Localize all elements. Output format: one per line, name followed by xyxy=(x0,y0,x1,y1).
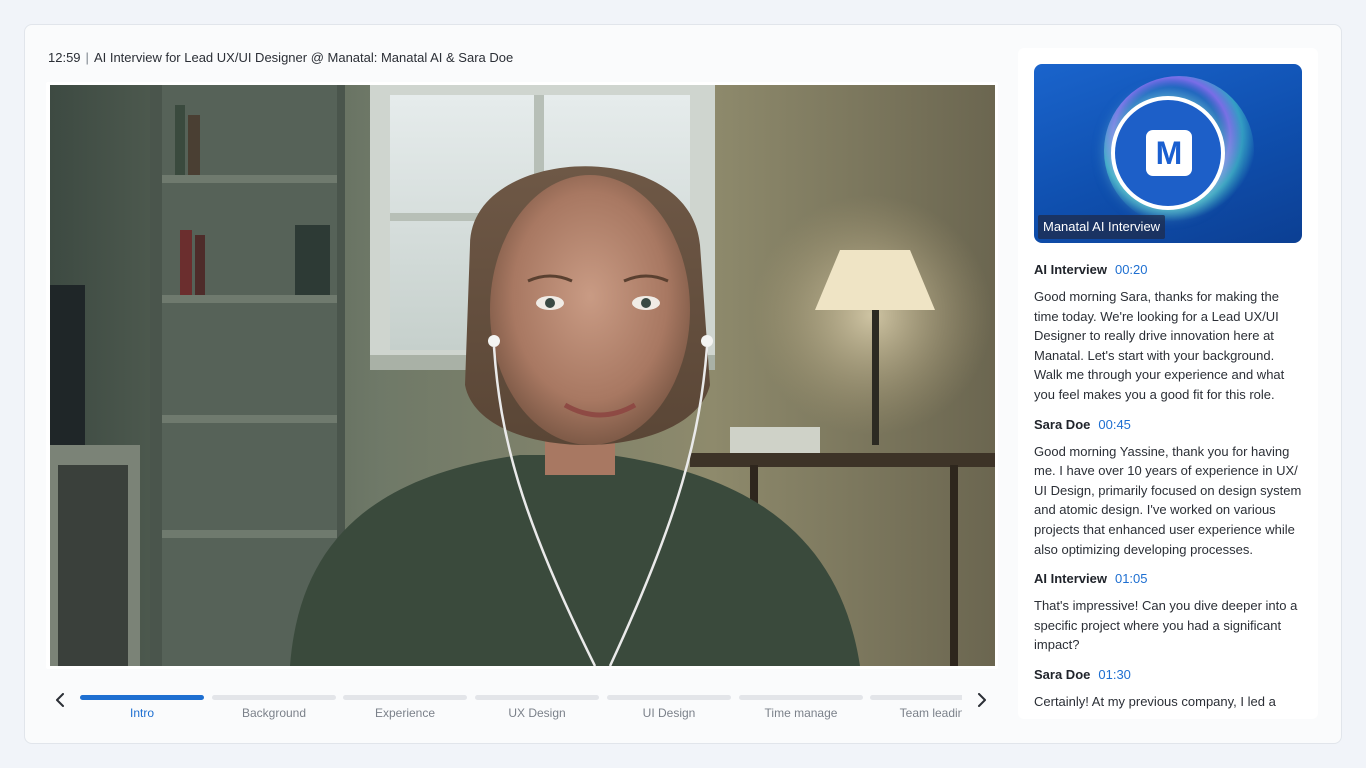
timeline-segment-label: Experience xyxy=(374,706,436,720)
transcript-message: Sara Doe 00:45 Good morning Yassine, thank… xyxy=(1034,415,1306,560)
timeline-segment-bar xyxy=(80,695,204,700)
ai-interviewer-tag: Manatal AI Interview xyxy=(1038,215,1166,239)
chevron-left-icon xyxy=(56,693,64,707)
transcript-message: Sara Doe 01:30 Certainly! At my previous c… xyxy=(1034,665,1306,712)
candidate-video-frame xyxy=(50,85,995,666)
manatal-logo-icon: M xyxy=(1146,130,1192,176)
timeline-segment[interactable]: Background xyxy=(212,695,336,723)
topic-timeline: Intro Background Experience UX Design UI Des… xyxy=(80,695,962,725)
message-header: Sara Doe 01:30 xyxy=(1034,665,1306,684)
chevron-right-icon xyxy=(978,693,986,707)
message-timestamp[interactable]: 01:30 xyxy=(1098,667,1131,682)
candidate-video[interactable] xyxy=(50,85,995,666)
logo-letter: M xyxy=(1155,135,1183,171)
message-speaker: Sara Doe xyxy=(1034,416,1091,432)
timeline-next-button[interactable] xyxy=(972,689,992,711)
timeline-segment[interactable]: UX Design xyxy=(475,695,599,723)
message-header: Sara Doe 00:45 xyxy=(1034,415,1306,434)
timeline-segment-bar xyxy=(739,695,863,700)
title-separator: | xyxy=(85,50,89,65)
timeline-segment-bar xyxy=(607,695,731,700)
timeline-segment-bar xyxy=(343,695,467,700)
timeline-segment[interactable]: Time manage xyxy=(739,695,863,723)
message-speaker: Sara Doe xyxy=(1034,666,1091,682)
timeline-segment-bar xyxy=(870,695,962,700)
message-header: AI Interview 00:20 xyxy=(1034,260,1306,279)
video-player[interactable] xyxy=(46,82,998,669)
timeline-segment-bar xyxy=(212,695,336,700)
message-timestamp[interactable]: 01:05 xyxy=(1115,571,1148,586)
timeline-segment-bar xyxy=(475,695,599,700)
message-speaker: AI Interview xyxy=(1034,571,1107,587)
timeline-segment[interactable]: Experience xyxy=(343,695,467,723)
message-header: AI Interview 01:05 xyxy=(1034,569,1306,588)
transcript-panel[interactable]: M Manatal AI Interview AI Interview 00:20… xyxy=(1018,48,1318,719)
message-timestamp[interactable]: 00:45 xyxy=(1098,417,1131,432)
transcript-message: AI Interview 01:05 That's impressive! Can … xyxy=(1034,569,1306,655)
timeline-segment-label: UX Design xyxy=(508,706,566,720)
ai-interviewer-card: M Manatal AI Interview xyxy=(1034,64,1302,243)
page-title: 12:59 | AI Interview for Lead UX/UI Design… xyxy=(48,50,513,65)
message-text: Good morning Yassine, thank you for havi… xyxy=(1034,443,1302,557)
message-text: Certainly! At my previous company, I led… xyxy=(1034,693,1276,709)
timeline-segment[interactable]: Intro xyxy=(80,695,204,723)
transcript-list: AI Interview 00:20 Good morning Sara, than… xyxy=(1034,260,1306,719)
elapsed-time: 12:59 xyxy=(48,50,81,65)
message-text: That's impressive! Can you dive deeper i… xyxy=(1034,598,1298,653)
timeline-prev-button[interactable] xyxy=(50,689,70,711)
timeline-segment[interactable]: UI Design xyxy=(607,695,731,723)
message-speaker: AI Interview xyxy=(1034,262,1107,277)
timeline-segment-label: Team leadin xyxy=(899,706,962,720)
timeline-segment-label: Time manage xyxy=(764,706,838,720)
timeline-segment[interactable]: Team leadin xyxy=(870,695,962,723)
message-timestamp[interactable]: 00:20 xyxy=(1115,262,1148,277)
interview-title: AI Interview for Lead UX/UI Designer @ M… xyxy=(93,50,514,65)
message-text: Good morning Sara, thanks for making the… xyxy=(1034,289,1285,402)
transcript-message: AI Interview 00:20 Good morning Sara, than… xyxy=(1034,260,1306,405)
timeline-segment-label: Background xyxy=(241,706,307,720)
timeline-segment-label: Intro xyxy=(129,706,154,720)
timeline-segment-label: UI Design xyxy=(642,706,696,720)
